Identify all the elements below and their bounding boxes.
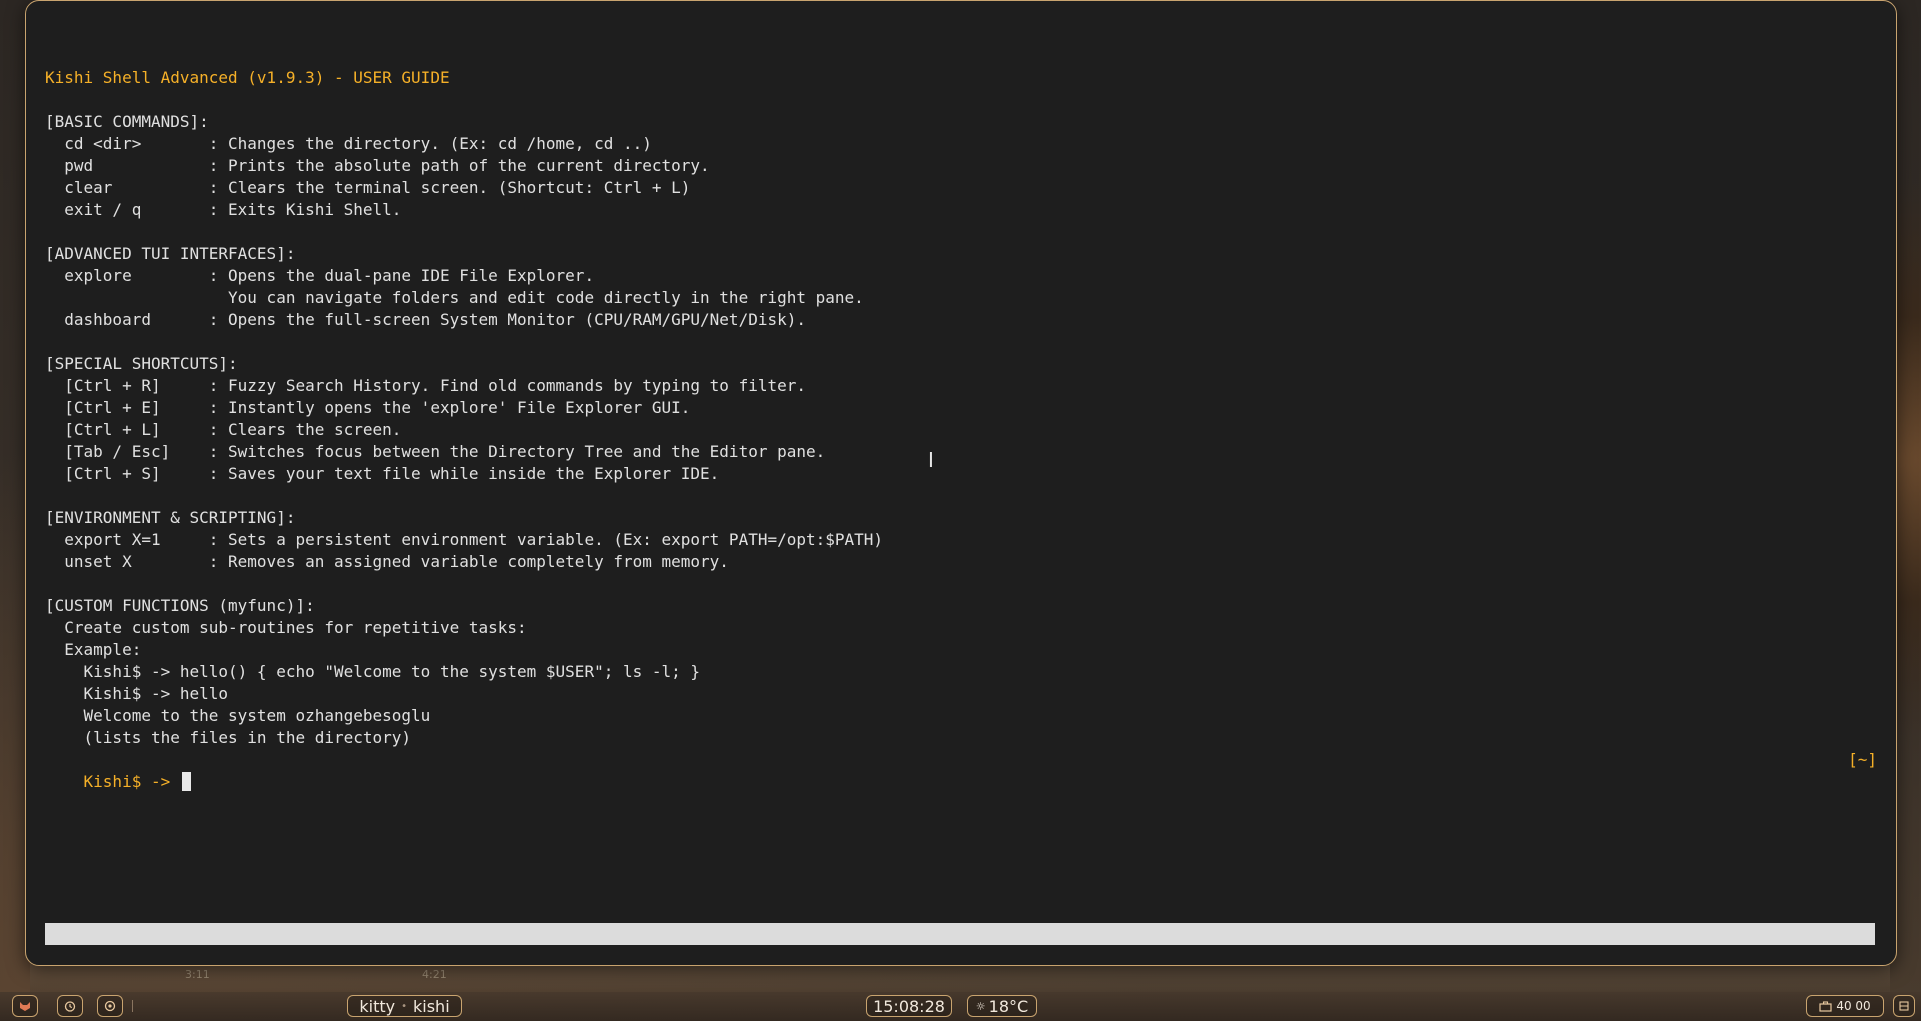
terminal-line: [Ctrl + R] : Fuzzy Search History. Find …: [45, 376, 806, 395]
tray-label: 40 00: [1836, 999, 1871, 1013]
terminal-line: [SPECIAL SHORTCUTS]:: [45, 354, 238, 373]
wallpaper-time-left: 3:11: [185, 968, 210, 981]
terminal-output: Kishi Shell Advanced (v1.9.3) - USER GUI…: [45, 45, 883, 749]
prompt-label: Kishi$ ->: [83, 772, 180, 791]
terminal-line: [BASIC COMMANDS]:: [45, 112, 209, 131]
terminal-line: Create custom sub-routines for repetitiv…: [45, 618, 527, 637]
settings-icon[interactable]: [97, 995, 123, 1017]
window-title: kishi: [413, 996, 450, 1016]
terminal-line: You can navigate folders and edit code d…: [45, 288, 864, 307]
terminal-line: exit / q : Exits Kishi Shell.: [45, 200, 402, 219]
clock-text: 15:08:28: [873, 996, 945, 1016]
terminal-line: [Ctrl + L] : Clears the screen.: [45, 420, 402, 439]
terminal-line: export X=1 : Sets a persistent environme…: [45, 530, 884, 549]
text-cursor: [181, 772, 191, 791]
window-app-name: kitty: [359, 996, 396, 1016]
command-prompt-line[interactable]: Kishi$ ->: [45, 749, 191, 815]
terminal-line: [Ctrl + S] : Saves your text file while …: [45, 464, 720, 483]
current-directory-indicator: [~]: [1848, 750, 1877, 769]
terminal-line: [CUSTOM FUNCTIONS (myfunc)]:: [45, 596, 315, 615]
terminal-line: [Tab / Esc] : Switches focus between the…: [45, 442, 826, 461]
weather-widget[interactable]: ☼ 18°C: [967, 995, 1037, 1017]
terminal-line: Welcome to the system ozhangebesoglu: [45, 706, 431, 725]
separator-dot: •: [401, 1000, 407, 1012]
notifications-icon[interactable]: [1893, 995, 1915, 1017]
clock[interactable]: 15:08:28: [866, 995, 952, 1017]
weather-temperature: 18°C: [988, 996, 1029, 1016]
mouse-ibeam-cursor-icon: I: [928, 448, 934, 472]
launcher-fox-icon[interactable]: [12, 995, 38, 1017]
terminal-line: Kishi$ -> hello() { echo "Welcome to the…: [45, 662, 701, 681]
terminal-line: unset X : Removes an assigned variable c…: [45, 552, 729, 571]
wallpaper-time-right: 4:21: [422, 968, 447, 981]
timer-icon[interactable]: [57, 995, 83, 1017]
terminal-line: dashboard : Opens the full-screen System…: [45, 310, 806, 329]
terminal-window[interactable]: Kishi Shell Advanced (v1.9.3) - USER GUI…: [25, 0, 1897, 966]
briefcase-icon: [1819, 1000, 1832, 1012]
terminal-line: pwd : Prints the absolute path of the cu…: [45, 156, 710, 175]
sun-icon: ☼: [975, 999, 986, 1013]
terminal-line: cd <dir> : Changes the directory. (Ex: c…: [45, 134, 652, 153]
terminal-line: clear : Clears the terminal screen. (Sho…: [45, 178, 691, 197]
terminal-status-bar: [45, 923, 1875, 945]
taskbar-divider: [132, 1000, 133, 1012]
terminal-line: [ENVIRONMENT & SCRIPTING]:: [45, 508, 296, 527]
active-window-button[interactable]: kitty • kishi: [347, 995, 462, 1017]
terminal-line: Kishi$ -> hello: [45, 684, 229, 703]
terminal-line: (lists the files in the directory): [45, 728, 412, 747]
terminal-line: Example:: [45, 640, 142, 659]
taskbar: kitty • kishi 15:08:28 ☼ 18°C 40 00: [0, 992, 1921, 1021]
terminal-line: [Ctrl + E] : Instantly opens the 'explor…: [45, 398, 691, 417]
terminal-line: Kishi Shell Advanced (v1.9.3) - USER GUI…: [45, 68, 450, 87]
tray-battery-widget[interactable]: 40 00: [1806, 995, 1884, 1017]
wallpaper-strip: [30, 962, 1890, 992]
terminal-line: [ADVANCED TUI INTERFACES]:: [45, 244, 296, 263]
terminal-line: explore : Opens the dual-pane IDE File E…: [45, 266, 595, 285]
